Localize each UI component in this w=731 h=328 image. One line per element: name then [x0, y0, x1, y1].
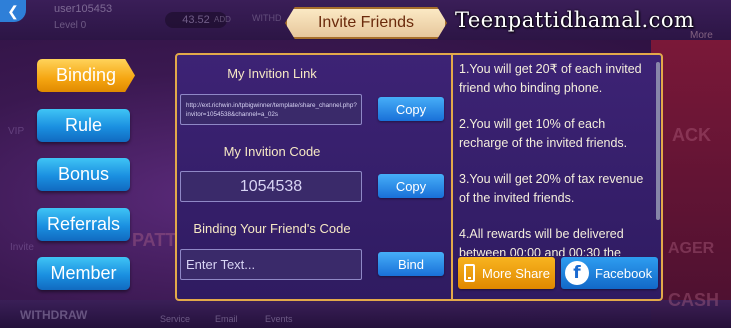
invitation-link-field: http://ext.richwin.in/tpbigwinner/templa…	[180, 94, 362, 125]
user-level: Level 0	[54, 20, 87, 31]
page-title: Invite Friends	[317, 14, 415, 31]
tab-label: Rule	[64, 115, 103, 135]
bg-word-cash: CASH	[668, 290, 720, 310]
more-share-label: More Share	[482, 265, 550, 281]
tab-bonus[interactable]: Bonus	[37, 158, 130, 191]
right-background	[651, 40, 731, 328]
bottom-item-events: Events	[265, 314, 293, 324]
bg-word-ager: AGER	[668, 240, 715, 257]
invitation-code-field: 1054538	[180, 171, 362, 202]
copy-link-button[interactable]: Copy	[378, 97, 444, 121]
tab-label: Bonus	[57, 164, 110, 184]
user-id: user105453	[54, 3, 113, 15]
friend-code-input[interactable]: Enter Text...	[180, 249, 362, 280]
more-share-button[interactable]: More Share	[458, 257, 555, 289]
tab-member[interactable]: Member	[37, 257, 130, 290]
tab-binding[interactable]: Binding	[37, 59, 135, 92]
facebook-label: Facebook	[595, 265, 653, 281]
invitation-code-title: My Invition Code	[223, 144, 321, 159]
facebook-button[interactable]: f Facebook	[561, 257, 658, 289]
tab-label: Binding	[55, 65, 117, 85]
phone-icon	[464, 264, 475, 282]
bind-button[interactable]: Bind	[378, 252, 444, 276]
tab-rule[interactable]: Rule	[37, 109, 130, 142]
invitation-link-title: My Invition Link	[227, 66, 317, 81]
bottom-item-service: Service	[160, 314, 191, 324]
rule-item: 2.You will get 10% of each recharge of t…	[459, 117, 628, 150]
withdraw-top-label: WITHD	[252, 13, 282, 23]
withdraw-bottom-label: WITHDRAW	[20, 308, 88, 322]
invite-label: Invite	[10, 242, 34, 253]
rule-item: 3.You will get 20% of tax revenue of the…	[459, 172, 644, 205]
bottom-item-email: Email	[215, 314, 238, 324]
bg-word-ack: ACK	[672, 125, 711, 145]
tab-referrals[interactable]: Referrals	[37, 208, 130, 241]
panel-divider	[451, 53, 453, 301]
facebook-icon: f	[565, 261, 589, 285]
rules-text: 1.You will get 20₹ of each invited frien…	[459, 60, 655, 256]
tab-label: Member	[50, 263, 117, 283]
copy-code-button[interactable]: Copy	[378, 174, 444, 198]
bottom-bar-background	[0, 300, 731, 328]
rule-item: 1.You will get 20₹ of each invited frien…	[459, 62, 642, 95]
bg-word-patt: PATT	[132, 230, 177, 250]
tab-label: Referrals	[46, 214, 121, 234]
back-arrow-icon[interactable]: ❮	[0, 0, 26, 22]
binding-code-title: Binding Your Friend's Code	[193, 221, 351, 236]
add-button: ADD	[214, 15, 231, 24]
rule-item: 4.All rewards will be delivered between …	[459, 227, 624, 256]
rules-scrollbar[interactable]	[656, 62, 660, 220]
title-banner: Invite Friends	[285, 7, 447, 39]
watermark: Teenpattidhamal.com	[455, 8, 695, 32]
vip-label: VIP	[8, 126, 25, 137]
